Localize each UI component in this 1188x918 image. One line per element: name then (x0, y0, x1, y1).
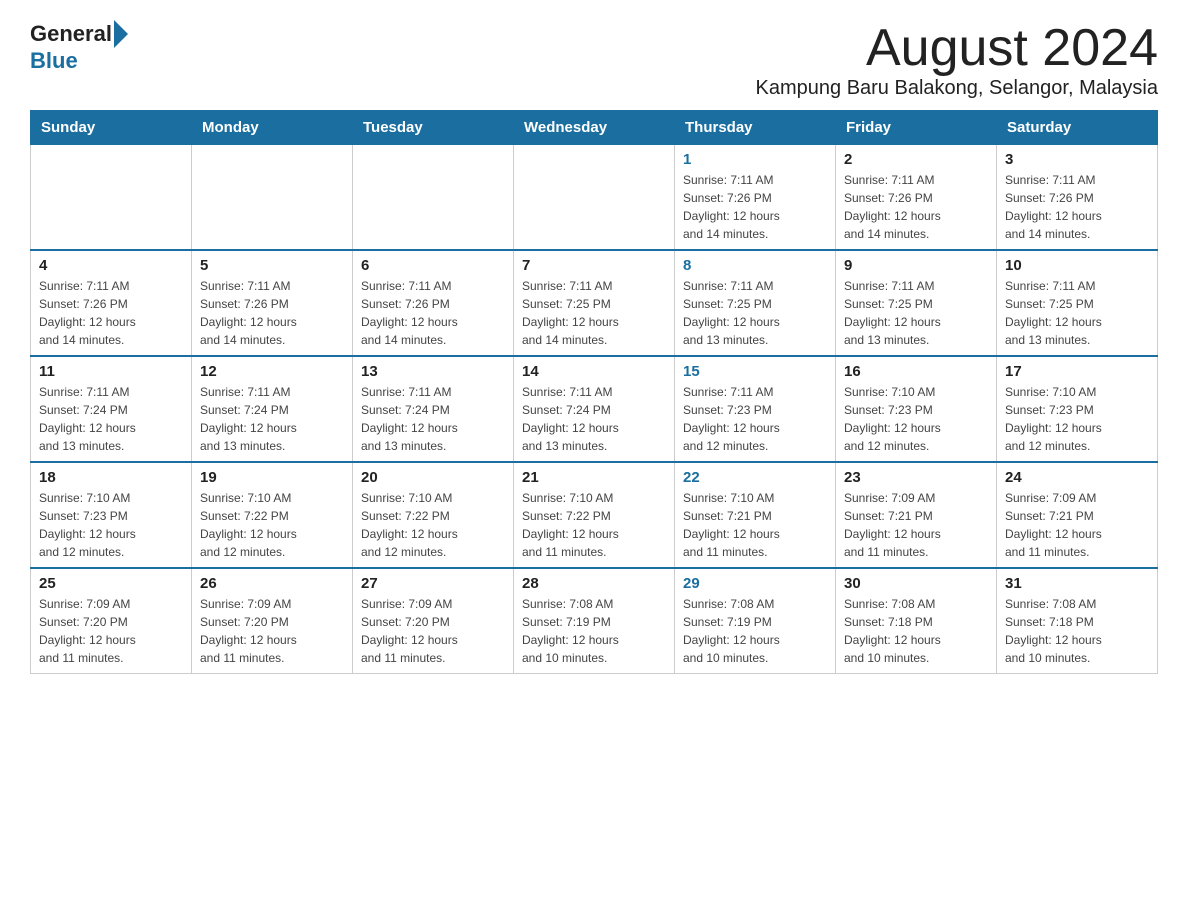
day-info: Sunrise: 7:11 AMSunset: 7:24 PMDaylight:… (200, 383, 344, 455)
page-header: General Blue August 2024 Kampung Baru Ba… (30, 20, 1158, 100)
calendar-cell: 26Sunrise: 7:09 AMSunset: 7:20 PMDayligh… (192, 568, 353, 674)
week-row-2: 4Sunrise: 7:11 AMSunset: 7:26 PMDaylight… (31, 250, 1158, 356)
calendar-cell: 14Sunrise: 7:11 AMSunset: 7:24 PMDayligh… (514, 356, 675, 462)
col-header-wednesday: Wednesday (514, 111, 675, 145)
calendar-cell: 10Sunrise: 7:11 AMSunset: 7:25 PMDayligh… (997, 250, 1158, 356)
calendar-table: SundayMondayTuesdayWednesdayThursdayFrid… (30, 110, 1158, 674)
calendar-cell: 15Sunrise: 7:11 AMSunset: 7:23 PMDayligh… (675, 356, 836, 462)
day-info: Sunrise: 7:11 AMSunset: 7:25 PMDaylight:… (522, 277, 666, 349)
day-info: Sunrise: 7:10 AMSunset: 7:22 PMDaylight:… (200, 489, 344, 561)
calendar-cell: 21Sunrise: 7:10 AMSunset: 7:22 PMDayligh… (514, 462, 675, 568)
week-row-5: 25Sunrise: 7:09 AMSunset: 7:20 PMDayligh… (31, 568, 1158, 674)
day-info: Sunrise: 7:11 AMSunset: 7:26 PMDaylight:… (361, 277, 505, 349)
day-info: Sunrise: 7:11 AMSunset: 7:26 PMDaylight:… (1005, 171, 1149, 243)
day-info: Sunrise: 7:10 AMSunset: 7:21 PMDaylight:… (683, 489, 827, 561)
day-info: Sunrise: 7:09 AMSunset: 7:21 PMDaylight:… (844, 489, 988, 561)
day-info: Sunrise: 7:08 AMSunset: 7:18 PMDaylight:… (1005, 595, 1149, 667)
logo-triangle-icon (114, 20, 128, 48)
calendar-cell: 9Sunrise: 7:11 AMSunset: 7:25 PMDaylight… (836, 250, 997, 356)
calendar-cell: 11Sunrise: 7:11 AMSunset: 7:24 PMDayligh… (31, 356, 192, 462)
day-info: Sunrise: 7:10 AMSunset: 7:23 PMDaylight:… (39, 489, 183, 561)
month-year-title: August 2024 (756, 20, 1158, 77)
day-info: Sunrise: 7:09 AMSunset: 7:20 PMDaylight:… (39, 595, 183, 667)
calendar-cell: 22Sunrise: 7:10 AMSunset: 7:21 PMDayligh… (675, 462, 836, 568)
calendar-cell: 6Sunrise: 7:11 AMSunset: 7:26 PMDaylight… (353, 250, 514, 356)
day-info: Sunrise: 7:10 AMSunset: 7:22 PMDaylight:… (361, 489, 505, 561)
calendar-cell: 13Sunrise: 7:11 AMSunset: 7:24 PMDayligh… (353, 356, 514, 462)
day-info: Sunrise: 7:11 AMSunset: 7:24 PMDaylight:… (361, 383, 505, 455)
calendar-cell: 18Sunrise: 7:10 AMSunset: 7:23 PMDayligh… (31, 462, 192, 568)
logo: General Blue (30, 20, 130, 74)
day-info: Sunrise: 7:10 AMSunset: 7:23 PMDaylight:… (1005, 383, 1149, 455)
col-header-monday: Monday (192, 111, 353, 145)
calendar-cell: 25Sunrise: 7:09 AMSunset: 7:20 PMDayligh… (31, 568, 192, 674)
day-info: Sunrise: 7:11 AMSunset: 7:26 PMDaylight:… (844, 171, 988, 243)
calendar-cell (31, 145, 192, 251)
day-info: Sunrise: 7:09 AMSunset: 7:21 PMDaylight:… (1005, 489, 1149, 561)
calendar-cell: 27Sunrise: 7:09 AMSunset: 7:20 PMDayligh… (353, 568, 514, 674)
calendar-cell: 20Sunrise: 7:10 AMSunset: 7:22 PMDayligh… (353, 462, 514, 568)
day-info: Sunrise: 7:11 AMSunset: 7:26 PMDaylight:… (39, 277, 183, 349)
location-subtitle: Kampung Baru Balakong, Selangor, Malaysi… (756, 77, 1158, 100)
col-header-friday: Friday (836, 111, 997, 145)
day-info: Sunrise: 7:11 AMSunset: 7:25 PMDaylight:… (1005, 277, 1149, 349)
calendar-cell: 17Sunrise: 7:10 AMSunset: 7:23 PMDayligh… (997, 356, 1158, 462)
calendar-cell: 23Sunrise: 7:09 AMSunset: 7:21 PMDayligh… (836, 462, 997, 568)
day-info: Sunrise: 7:11 AMSunset: 7:24 PMDaylight:… (39, 383, 183, 455)
calendar-cell: 24Sunrise: 7:09 AMSunset: 7:21 PMDayligh… (997, 462, 1158, 568)
day-info: Sunrise: 7:08 AMSunset: 7:19 PMDaylight:… (683, 595, 827, 667)
calendar-cell: 4Sunrise: 7:11 AMSunset: 7:26 PMDaylight… (31, 250, 192, 356)
col-header-sunday: Sunday (31, 111, 192, 145)
calendar-cell: 1Sunrise: 7:11 AMSunset: 7:26 PMDaylight… (675, 145, 836, 251)
calendar-cell (353, 145, 514, 251)
day-info: Sunrise: 7:08 AMSunset: 7:19 PMDaylight:… (522, 595, 666, 667)
calendar-cell: 16Sunrise: 7:10 AMSunset: 7:23 PMDayligh… (836, 356, 997, 462)
day-info: Sunrise: 7:09 AMSunset: 7:20 PMDaylight:… (200, 595, 344, 667)
day-info: Sunrise: 7:09 AMSunset: 7:20 PMDaylight:… (361, 595, 505, 667)
day-info: Sunrise: 7:11 AMSunset: 7:23 PMDaylight:… (683, 383, 827, 455)
week-row-3: 11Sunrise: 7:11 AMSunset: 7:24 PMDayligh… (31, 356, 1158, 462)
calendar-cell: 28Sunrise: 7:08 AMSunset: 7:19 PMDayligh… (514, 568, 675, 674)
calendar-header-row: SundayMondayTuesdayWednesdayThursdayFrid… (31, 111, 1158, 145)
calendar-cell: 7Sunrise: 7:11 AMSunset: 7:25 PMDaylight… (514, 250, 675, 356)
col-header-thursday: Thursday (675, 111, 836, 145)
calendar-cell: 3Sunrise: 7:11 AMSunset: 7:26 PMDaylight… (997, 145, 1158, 251)
day-info: Sunrise: 7:10 AMSunset: 7:23 PMDaylight:… (844, 383, 988, 455)
calendar-cell: 30Sunrise: 7:08 AMSunset: 7:18 PMDayligh… (836, 568, 997, 674)
calendar-cell (514, 145, 675, 251)
calendar-cell (192, 145, 353, 251)
day-info: Sunrise: 7:08 AMSunset: 7:18 PMDaylight:… (844, 595, 988, 667)
day-info: Sunrise: 7:11 AMSunset: 7:25 PMDaylight:… (683, 277, 827, 349)
day-info: Sunrise: 7:11 AMSunset: 7:26 PMDaylight:… (200, 277, 344, 349)
calendar-cell: 31Sunrise: 7:08 AMSunset: 7:18 PMDayligh… (997, 568, 1158, 674)
week-row-4: 18Sunrise: 7:10 AMSunset: 7:23 PMDayligh… (31, 462, 1158, 568)
week-row-1: 1Sunrise: 7:11 AMSunset: 7:26 PMDaylight… (31, 145, 1158, 251)
day-info: Sunrise: 7:11 AMSunset: 7:26 PMDaylight:… (683, 171, 827, 243)
calendar-cell: 19Sunrise: 7:10 AMSunset: 7:22 PMDayligh… (192, 462, 353, 568)
calendar-cell: 2Sunrise: 7:11 AMSunset: 7:26 PMDaylight… (836, 145, 997, 251)
logo-general-text: General (30, 21, 112, 47)
day-info: Sunrise: 7:11 AMSunset: 7:24 PMDaylight:… (522, 383, 666, 455)
day-info: Sunrise: 7:10 AMSunset: 7:22 PMDaylight:… (522, 489, 666, 561)
calendar-cell: 29Sunrise: 7:08 AMSunset: 7:19 PMDayligh… (675, 568, 836, 674)
col-header-tuesday: Tuesday (353, 111, 514, 145)
col-header-saturday: Saturday (997, 111, 1158, 145)
day-info: Sunrise: 7:11 AMSunset: 7:25 PMDaylight:… (844, 277, 988, 349)
title-block: August 2024 Kampung Baru Balakong, Selan… (756, 20, 1158, 100)
calendar-cell: 12Sunrise: 7:11 AMSunset: 7:24 PMDayligh… (192, 356, 353, 462)
calendar-cell: 8Sunrise: 7:11 AMSunset: 7:25 PMDaylight… (675, 250, 836, 356)
logo-blue-text: Blue (30, 48, 78, 74)
calendar-cell: 5Sunrise: 7:11 AMSunset: 7:26 PMDaylight… (192, 250, 353, 356)
